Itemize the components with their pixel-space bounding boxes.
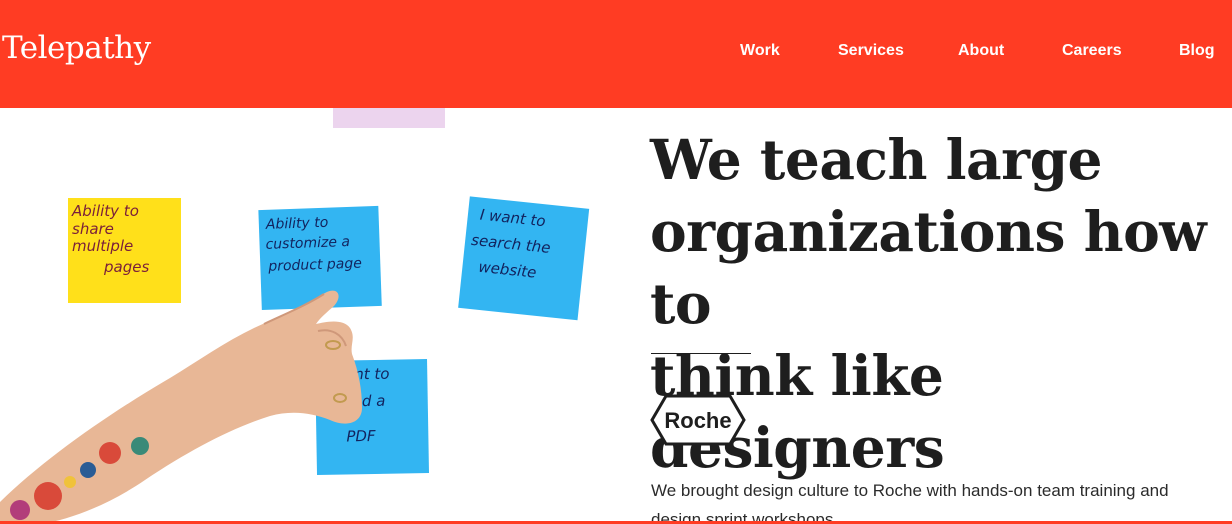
nav-blog[interactable]: Blog [1179, 42, 1215, 60]
divider [651, 353, 751, 354]
nav-careers[interactable]: Careers [1062, 42, 1122, 60]
hand-illustration [0, 290, 362, 524]
roche-logo: Roche [650, 394, 746, 451]
sticky-note-yellow: Ability to share multiple pages [68, 198, 181, 303]
telepathy-logo[interactable]: Telepathy [2, 30, 151, 66]
pink-note [333, 108, 445, 128]
hero-description: We brought design culture to Roche with … [651, 481, 1169, 524]
site-header: Telepathy Work Services About Careers Bl… [0, 0, 1232, 108]
sticky-note-blue-search: I want to search the website [458, 196, 590, 321]
nav-work[interactable]: Work [740, 42, 780, 60]
nav-services[interactable]: Services [838, 42, 904, 60]
svg-text:Roche: Roche [664, 408, 731, 433]
headline-line-2: organizations how to [650, 199, 1207, 336]
nav-about[interactable]: About [958, 42, 1004, 60]
hero-image: Ability to share multiple pages Ability … [0, 108, 610, 524]
sticky-note-blue-customize: Ability to customize a product page [258, 205, 382, 311]
headline-line-1: We teach large [650, 127, 1103, 192]
